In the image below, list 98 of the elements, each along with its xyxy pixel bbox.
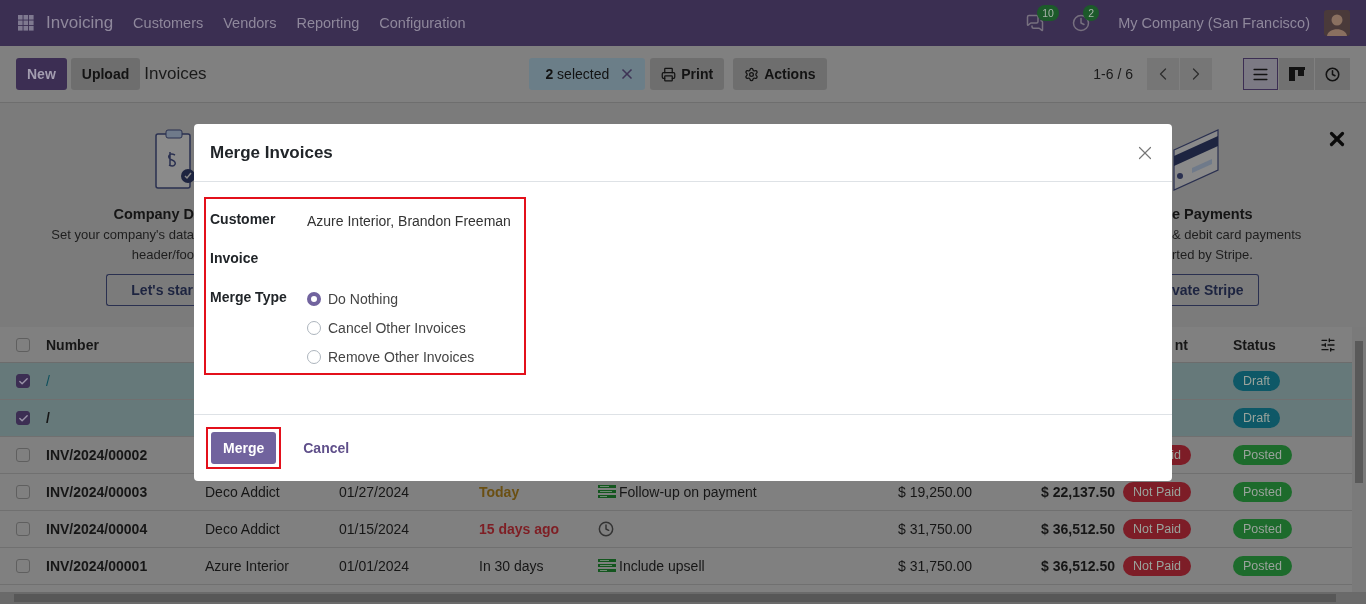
dialog-title: Merge Invoices — [210, 142, 333, 163]
menu-item[interactable]: Vendors — [223, 15, 277, 31]
payment-status: Not Paid — [1123, 519, 1191, 539]
date-cell-text: 01/27/2024 — [338, 484, 411, 500]
invoice-number: / — [45, 410, 51, 426]
total-amount: $ 36,512.50 — [1040, 558, 1116, 574]
page-title: Invoices — [144, 64, 207, 84]
checkbox[interactable] — [16, 448, 30, 462]
column-header[interactable]: Number — [38, 336, 197, 353]
messages-button[interactable] — [1026, 14, 1045, 32]
radio-label: Do Nothing — [328, 291, 399, 307]
invoice-number: INV/2024/00002 — [45, 447, 149, 463]
due-date-cell-text: Today — [478, 484, 521, 500]
kanban-icon — [1288, 67, 1305, 81]
radio-label: Remove Other Invoices — [328, 349, 475, 365]
checkbox[interactable] — [16, 485, 30, 499]
list-view-button[interactable] — [1243, 58, 1278, 90]
radio-button[interactable] — [307, 292, 321, 306]
total-amount: $ 36,512.50 — [1040, 521, 1116, 537]
banner-title: e Payments — [1172, 206, 1253, 222]
merge-button[interactable]: Merge — [211, 432, 277, 464]
menu-item[interactable]: Configuration — [379, 15, 466, 31]
next-button[interactable] — [1180, 58, 1212, 90]
activity-list-icon — [598, 559, 616, 573]
invoice-number: / — [45, 373, 51, 389]
checkbox[interactable] — [16, 374, 30, 388]
checkbox[interactable] — [16, 559, 30, 573]
upload-button[interactable]: Upload — [70, 58, 141, 90]
pager-text: 1-6 / 6 — [1093, 66, 1133, 82]
activity-text: Include upsell — [619, 558, 705, 574]
customer-cell-text: Deco Addict — [204, 484, 281, 500]
status-badge: Draft — [1233, 371, 1281, 391]
date-cell-text: 01/15/2024 — [338, 521, 411, 537]
menu-item[interactable]: Reporting — [296, 15, 360, 31]
status-badge: Posted — [1233, 556, 1292, 576]
count-badge: 2 — [1083, 5, 1100, 21]
customer-cell-text: Deco Addict — [204, 521, 281, 537]
activity-view-button[interactable] — [1315, 58, 1350, 90]
clock-icon — [1325, 66, 1340, 82]
kanban-view-button[interactable] — [1279, 58, 1314, 90]
field-label: Invoice — [210, 249, 260, 268]
radio-button[interactable] — [307, 321, 321, 335]
payment-status: Not Paid — [1123, 556, 1191, 576]
due-date-cell-text: 15 days ago — [478, 521, 561, 537]
radio-option[interactable]: Cancel Other Invoices — [307, 320, 520, 336]
menu-item[interactable]: Customers — [133, 15, 204, 31]
radio-button[interactable] — [307, 350, 321, 364]
invoice-number: INV/2024/00004 — [45, 521, 149, 537]
app-name[interactable]: Invoicing — [46, 13, 114, 33]
untaxed-amount: $ 19,250.00 — [897, 484, 973, 500]
column-header[interactable]: Status — [1196, 336, 1320, 353]
status-badge: Posted — [1233, 482, 1292, 502]
checkbox[interactable] — [16, 337, 30, 352]
banner-title: Company D — [113, 206, 194, 222]
untaxed-amount: $ 31,750.00 — [897, 521, 973, 537]
clock-icon[interactable] — [598, 521, 614, 537]
count-badge: 10 — [1037, 5, 1059, 21]
status-badge: Draft — [1233, 408, 1281, 428]
invoice-number: INV/2024/00003 — [45, 484, 149, 500]
total-amount: $ 22,137.50 — [1040, 484, 1116, 500]
radio-option[interactable]: Remove Other Invoices — [307, 349, 520, 365]
credit-card-icon — [1172, 128, 1220, 192]
due-date-cell-text: In 30 days — [478, 558, 545, 574]
settings-icon[interactable] — [1320, 336, 1336, 353]
field-value: Azure Interior, Brandon Freeman — [307, 212, 512, 231]
selection-count: 2 selected — [545, 66, 610, 82]
banner-text: header/foo — [131, 247, 194, 262]
radio-label: Cancel Other Invoices — [328, 320, 466, 336]
previous-button[interactable] — [1147, 58, 1179, 90]
checkbox[interactable] — [16, 522, 30, 536]
actions-button[interactable]: Actions — [733, 58, 827, 90]
printer-icon — [661, 66, 677, 82]
status-badge: Posted — [1233, 519, 1292, 539]
company-name[interactable]: My Company (San Francisco) — [1118, 15, 1310, 31]
banner-text: Set your company's data — [51, 227, 194, 242]
status-badge: Posted — [1233, 445, 1292, 465]
untaxed-amount: $ 31,750.00 — [897, 558, 973, 574]
banner-text: & debit card payments — [1172, 227, 1302, 242]
banner-text: rted by Stripe. — [1172, 247, 1253, 262]
new-button[interactable]: New — [16, 58, 67, 90]
activity-text: Follow-up on payment — [619, 484, 757, 500]
vertical-scrollbar[interactable] — [1352, 327, 1366, 592]
apps-icon[interactable] — [18, 15, 34, 31]
field-label: Merge Type — [210, 288, 288, 307]
payment-status: Not Paid — [1123, 482, 1191, 502]
print-button[interactable]: Print — [650, 58, 725, 90]
settings-icon — [744, 66, 760, 82]
clipboard-icon — [154, 128, 194, 192]
date-cell-text: 01/01/2024 — [338, 558, 411, 574]
activity-list-icon — [598, 485, 616, 499]
field-label: Customer — [210, 210, 277, 229]
checkbox[interactable] — [16, 411, 30, 425]
invoice-number: INV/2024/00001 — [45, 558, 149, 574]
cancel-link[interactable]: Cancel — [291, 432, 362, 464]
avatar[interactable] — [1324, 10, 1350, 36]
horizontal-scrollbar[interactable] — [0, 592, 1366, 604]
customer-cell-text: Azure Interior — [204, 558, 291, 574]
radio-option[interactable]: Do Nothing — [307, 291, 520, 307]
